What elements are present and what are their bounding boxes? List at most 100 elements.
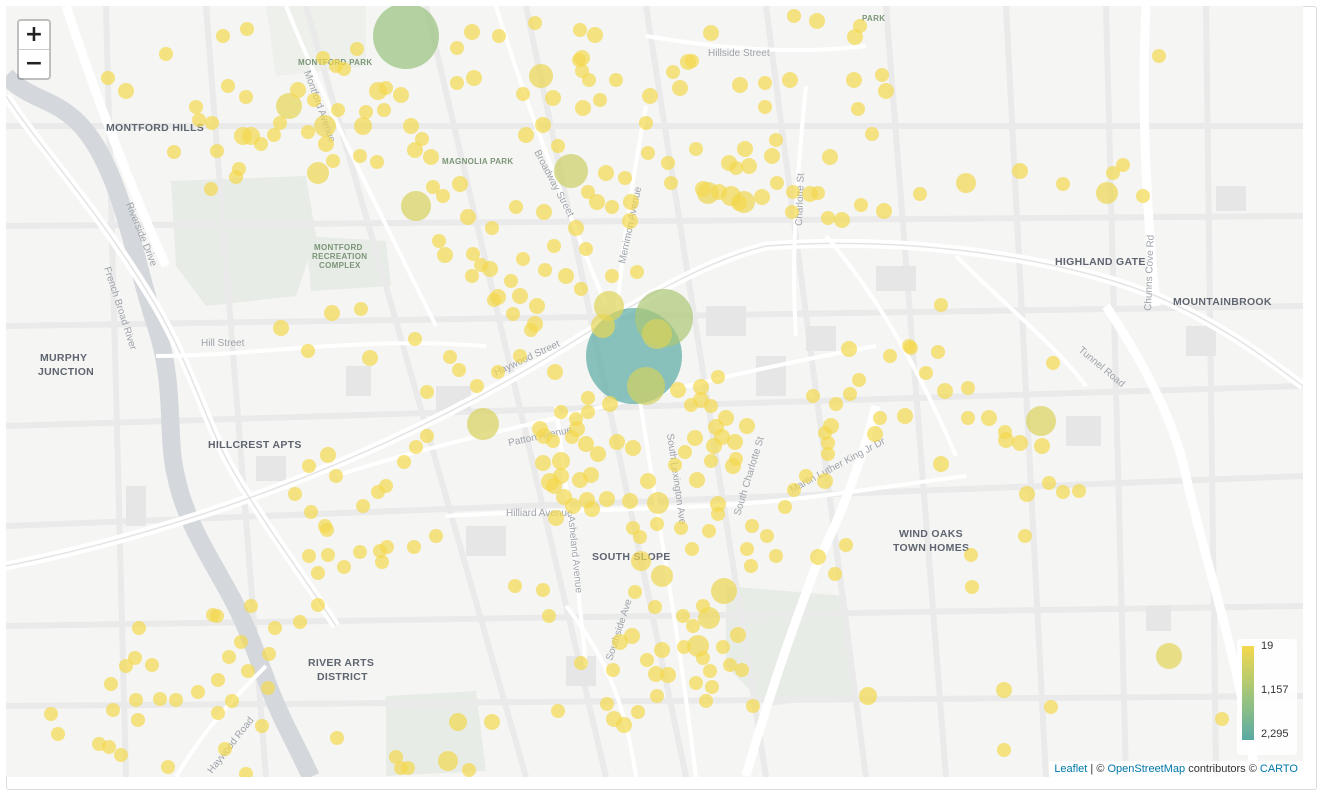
data-bubble[interactable]	[234, 635, 248, 649]
data-bubble[interactable]	[741, 158, 757, 174]
data-bubble[interactable]	[689, 472, 705, 488]
data-bubble[interactable]	[210, 144, 224, 158]
data-bubble[interactable]	[684, 398, 698, 412]
data-bubble[interactable]	[1136, 189, 1150, 203]
data-bubble[interactable]	[321, 548, 335, 562]
data-bubble[interactable]	[1056, 177, 1070, 191]
data-bubble[interactable]	[799, 469, 813, 483]
data-bubble[interactable]	[460, 209, 476, 225]
data-bubble[interactable]	[409, 440, 423, 454]
data-bubble[interactable]	[732, 77, 748, 93]
data-bubble[interactable]	[131, 713, 145, 727]
map-container[interactable]: MONTFORD HILLS MURPHY JUNCTION HILLCREST…	[6, 6, 1303, 777]
data-bubble[interactable]	[612, 634, 628, 650]
data-bubble[interactable]	[420, 429, 434, 443]
data-bubble[interactable]	[572, 472, 588, 488]
data-bubble[interactable]	[693, 379, 709, 395]
data-bubble[interactable]	[354, 117, 372, 135]
data-bubble[interactable]	[536, 583, 550, 597]
data-bubble[interactable]	[524, 323, 538, 337]
data-bubble[interactable]	[573, 23, 587, 37]
data-bubble[interactable]	[244, 599, 258, 613]
data-bubble[interactable]	[873, 411, 887, 425]
data-bubble[interactable]	[415, 132, 429, 146]
data-bubble[interactable]	[650, 517, 664, 531]
data-bubble[interactable]	[401, 191, 431, 221]
data-bubble[interactable]	[730, 627, 746, 643]
data-bubble[interactable]	[337, 62, 351, 76]
data-bubble[interactable]	[740, 542, 754, 556]
data-bubble[interactable]	[426, 180, 440, 194]
data-bubble[interactable]	[677, 640, 691, 654]
data-bubble[interactable]	[852, 373, 866, 387]
data-bubble[interactable]	[786, 185, 800, 199]
data-bubble[interactable]	[307, 162, 329, 184]
data-bubble[interactable]	[262, 647, 276, 661]
data-bubble[interactable]	[616, 717, 632, 733]
data-bubble[interactable]	[464, 24, 480, 40]
data-bubble[interactable]	[817, 473, 833, 489]
data-bubble[interactable]	[307, 93, 321, 107]
data-bubble[interactable]	[1018, 529, 1032, 543]
data-bubble[interactable]	[581, 391, 595, 405]
data-bubble[interactable]	[452, 363, 466, 377]
data-bubble[interactable]	[578, 436, 594, 452]
data-bubble[interactable]	[350, 42, 364, 56]
data-bubble[interactable]	[554, 154, 588, 188]
data-bubble[interactable]	[261, 681, 275, 695]
data-bubble[interactable]	[853, 19, 867, 33]
data-bubble[interactable]	[547, 239, 561, 253]
data-bubble[interactable]	[648, 600, 662, 614]
data-bubble[interactable]	[668, 458, 682, 472]
data-bubble[interactable]	[330, 731, 344, 745]
data-bubble[interactable]	[450, 76, 464, 90]
data-bubble[interactable]	[630, 265, 644, 279]
data-bubble[interactable]	[509, 200, 523, 214]
data-bubble[interactable]	[401, 761, 415, 775]
data-bubble[interactable]	[727, 434, 743, 450]
data-bubble[interactable]	[867, 426, 883, 442]
data-bubble[interactable]	[718, 410, 734, 426]
data-bubble[interactable]	[875, 68, 889, 82]
data-bubble[interactable]	[205, 116, 219, 130]
data-bubble[interactable]	[631, 705, 645, 719]
data-bubble[interactable]	[628, 585, 642, 599]
data-bubble[interactable]	[529, 298, 545, 314]
data-bubble[interactable]	[546, 434, 560, 448]
data-bubble[interactable]	[565, 430, 579, 444]
data-bubble[interactable]	[102, 740, 116, 754]
data-bubble[interactable]	[883, 349, 897, 363]
data-bubble[interactable]	[599, 491, 615, 507]
data-bubble[interactable]	[839, 538, 853, 552]
data-bubble[interactable]	[735, 663, 749, 677]
data-bubble[interactable]	[1156, 643, 1182, 669]
leaflet-link[interactable]: Leaflet	[1054, 763, 1087, 775]
data-bubble[interactable]	[572, 53, 586, 67]
data-bubble[interactable]	[218, 742, 232, 756]
data-bubble[interactable]	[1056, 485, 1070, 499]
data-bubble[interactable]	[828, 567, 842, 581]
data-bubble[interactable]	[647, 492, 669, 514]
data-bubble[interactable]	[931, 345, 945, 359]
data-bubble[interactable]	[293, 615, 307, 629]
data-bubble[interactable]	[438, 751, 458, 771]
data-bubble[interactable]	[211, 706, 225, 720]
data-bubble[interactable]	[545, 90, 561, 106]
data-bubble[interactable]	[465, 269, 479, 283]
data-bubble[interactable]	[1042, 476, 1056, 490]
data-bubble[interactable]	[487, 293, 501, 307]
data-bubble[interactable]	[758, 100, 772, 114]
data-bubble[interactable]	[841, 341, 857, 357]
data-bubble[interactable]	[696, 599, 710, 613]
data-bubble[interactable]	[769, 549, 783, 563]
data-bubble[interactable]	[699, 694, 713, 708]
data-bubble[interactable]	[689, 676, 703, 690]
data-bubble[interactable]	[964, 548, 978, 562]
data-bubble[interactable]	[118, 83, 134, 99]
data-bubble[interactable]	[189, 100, 203, 114]
data-bubble[interactable]	[785, 205, 799, 219]
data-bubble[interactable]	[633, 530, 647, 544]
data-bubble[interactable]	[818, 426, 832, 440]
data-bubble[interactable]	[320, 447, 336, 463]
data-bubble[interactable]	[705, 680, 719, 694]
